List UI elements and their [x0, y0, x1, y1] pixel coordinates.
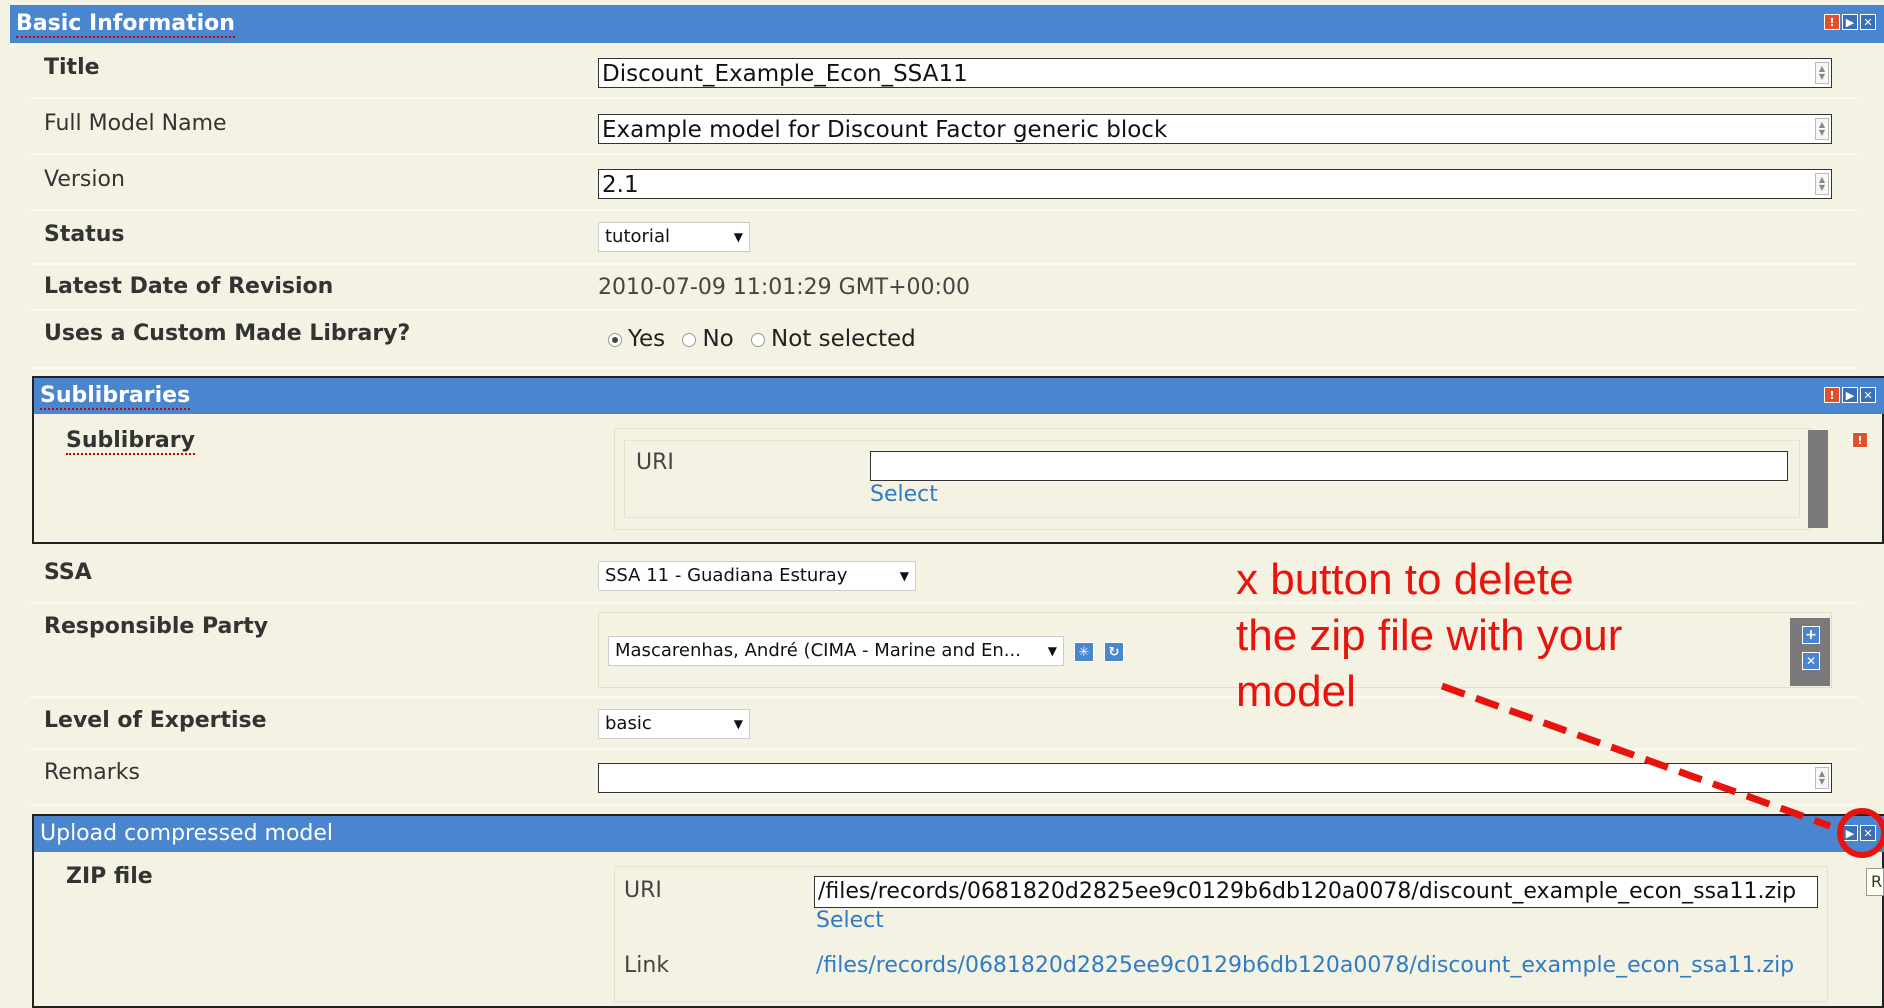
tooltip-fragment: R	[1866, 868, 1884, 896]
annotation-dashed-line	[1440, 682, 1832, 830]
annotation-circle	[1837, 808, 1884, 858]
tooltip-fragment-text: R	[1871, 872, 1883, 891]
annotation-arrow	[1440, 682, 1884, 858]
